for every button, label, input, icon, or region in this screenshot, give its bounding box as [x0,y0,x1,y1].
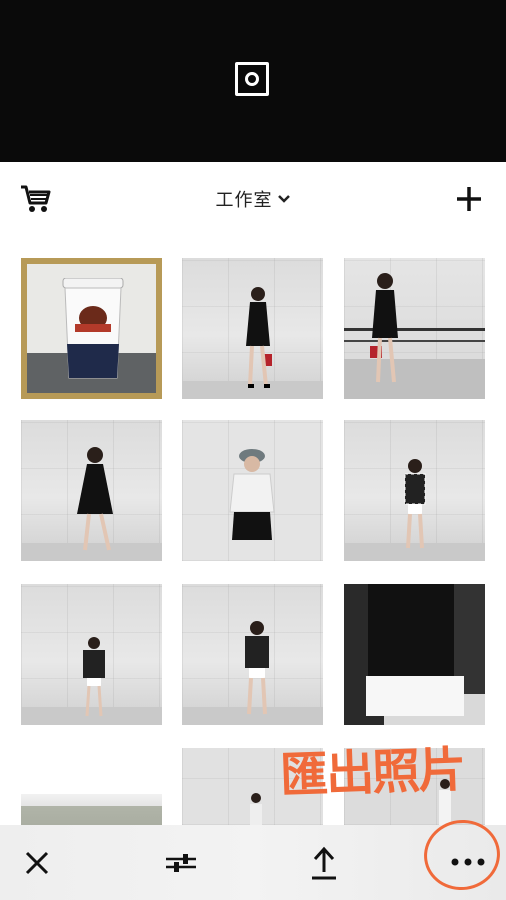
export-photos-annotation: 匯出照片 [279,741,466,805]
chevron-down-icon [277,195,290,203]
close-icon[interactable] [24,850,50,876]
photo-thumbnail[interactable] [182,258,323,399]
photo-thumbnail-coffee-cup[interactable] [21,258,162,399]
sliders-icon[interactable] [165,850,197,876]
camera-preview [0,0,506,162]
studio-title: 工作室 [215,190,273,211]
camera-icon[interactable] [235,62,269,96]
photo-thumbnail[interactable] [344,420,485,561]
photo-thumbnail[interactable] [21,584,162,725]
plus-icon[interactable] [455,185,483,213]
coffee-cup-image [62,278,124,379]
studio-title-dropdown[interactable]: 工作室 [0,184,506,214]
photo-thumbnail[interactable] [344,258,485,399]
photo-thumbnail[interactable] [21,794,162,825]
photo-thumbnail[interactable] [182,420,323,561]
photo-thumbnail[interactable] [182,584,323,725]
upload-icon[interactable] [310,846,338,880]
photo-thumbnail[interactable] [344,584,485,725]
photo-thumbnail[interactable] [21,420,162,561]
